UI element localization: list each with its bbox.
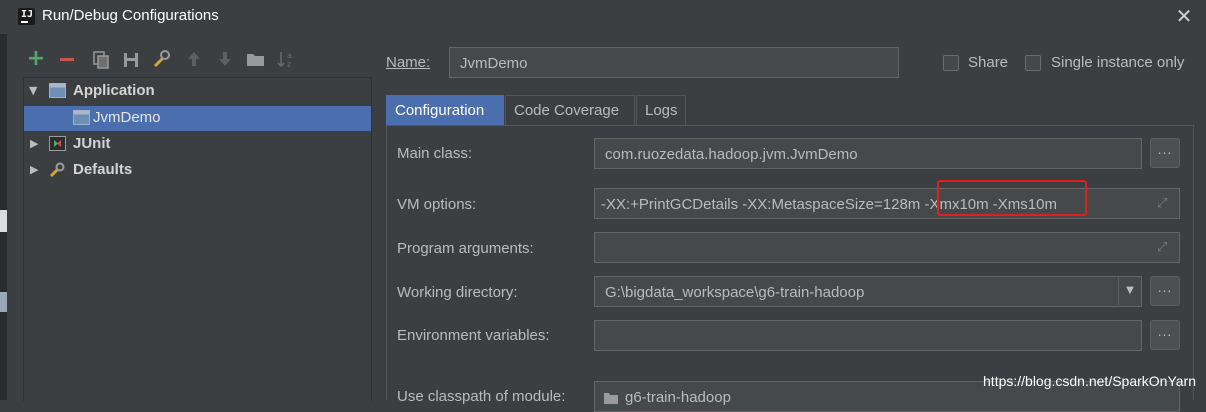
background-strip-part bbox=[0, 210, 7, 232]
background-window-strip bbox=[0, 34, 7, 400]
environment-variables-input[interactable] bbox=[594, 320, 1142, 351]
vm-options-label: VM options: bbox=[397, 196, 477, 213]
application-config-icon bbox=[73, 110, 90, 125]
name-input[interactable]: JvmDemo bbox=[449, 47, 899, 78]
program-arguments-input[interactable]: ⤢ bbox=[594, 232, 1180, 263]
expand-icon[interactable]: ⤢ bbox=[1157, 241, 1171, 255]
add-icon[interactable]: + bbox=[25, 48, 47, 70]
wrench-icon bbox=[49, 162, 66, 178]
main-class-input[interactable]: com.ruozedata.hadoop.jvm.JvmDemo bbox=[594, 138, 1142, 169]
tree-item-defaults[interactable]: ▶ Defaults bbox=[24, 158, 371, 183]
main-class-label: Main class: bbox=[397, 145, 473, 162]
expand-arrow-icon[interactable]: ▼ bbox=[29, 85, 39, 97]
single-instance-checkbox[interactable] bbox=[1025, 55, 1041, 71]
single-instance-label: Single instance only bbox=[1051, 54, 1185, 71]
application-icon bbox=[49, 83, 66, 98]
working-directory-browse-button[interactable]: ... bbox=[1150, 276, 1180, 306]
tab-code-coverage[interactable]: Code Coverage bbox=[505, 95, 635, 125]
expand-icon[interactable]: ⤢ bbox=[1157, 197, 1171, 211]
classpath-module-label: Use classpath of module: bbox=[397, 388, 566, 405]
junit-icon bbox=[49, 136, 66, 151]
name-label: Name: bbox=[386, 54, 431, 71]
close-button[interactable]: ✕ bbox=[1172, 4, 1196, 28]
sort-icon[interactable]: az bbox=[276, 48, 298, 70]
svg-text:a: a bbox=[287, 51, 292, 60]
name-value: JvmDemo bbox=[460, 55, 528, 72]
main-class-browse-button[interactable]: ... bbox=[1150, 138, 1180, 168]
save-icon[interactable] bbox=[120, 48, 142, 70]
share-checkbox[interactable] bbox=[943, 55, 959, 71]
share-label: Share bbox=[968, 54, 1009, 71]
window-title: Run/Debug Configurations bbox=[42, 7, 219, 24]
intellij-logo-icon: IJ bbox=[16, 6, 37, 27]
tree-label-junit: JUnit bbox=[73, 135, 111, 152]
tab-logs[interactable]: Logs bbox=[636, 95, 686, 125]
wrench-icon[interactable] bbox=[150, 48, 172, 70]
collapse-arrow-icon[interactable]: ▶ bbox=[30, 164, 40, 176]
title-bar: IJ Run/Debug Configurations ✕ bbox=[0, 0, 1206, 34]
tree-item-junit[interactable]: ▶ JUnit bbox=[24, 132, 371, 157]
classpath-module-value: g6-train-hadoop bbox=[625, 389, 731, 406]
main-class-value: com.ruozedata.hadoop.jvm.JvmDemo bbox=[605, 146, 858, 163]
splitter[interactable] bbox=[371, 77, 372, 400]
environment-variables-browse-button[interactable]: ... bbox=[1150, 320, 1180, 350]
tree-item-jvmdemo[interactable]: JvmDemo bbox=[24, 106, 371, 131]
tab-configuration[interactable]: Configuration bbox=[386, 95, 504, 125]
collapse-arrow-icon[interactable]: ▶ bbox=[30, 138, 40, 150]
copy-icon[interactable] bbox=[90, 48, 112, 70]
working-directory-label: Working directory: bbox=[397, 284, 518, 301]
program-arguments-label: Program arguments: bbox=[397, 240, 534, 257]
move-up-icon[interactable] bbox=[183, 48, 205, 70]
tree-label-defaults: Defaults bbox=[73, 161, 133, 178]
environment-variables-label: Environment variables: bbox=[397, 327, 550, 344]
working-directory-value: G:\bigdata_workspace\g6-train-hadoop bbox=[605, 284, 865, 301]
chevron-down-icon[interactable]: ▼ bbox=[1118, 277, 1141, 305]
tree-item-application[interactable]: ▼ Application bbox=[24, 79, 371, 104]
move-down-icon[interactable] bbox=[214, 48, 236, 70]
highlight-annotation bbox=[937, 180, 1087, 216]
configuration-tree[interactable]: ▼ Application JvmDemo ▶ JUnit ▶ Defaults bbox=[23, 77, 372, 401]
background-strip-part bbox=[0, 292, 7, 312]
vm-options-input[interactable]: -XX:+PrintGCDetails -XX:MetaspaceSize=12… bbox=[594, 188, 1180, 219]
watermark-text: https://blog.csdn.net/SparkOnYarn bbox=[983, 373, 1196, 389]
working-directory-combo[interactable]: G:\bigdata_workspace\g6-train-hadoop ▼ bbox=[594, 276, 1142, 307]
tree-label-application: Application bbox=[73, 82, 155, 99]
remove-icon[interactable] bbox=[56, 48, 78, 70]
folder-icon[interactable] bbox=[245, 48, 267, 70]
tree-label-jvmdemo: JvmDemo bbox=[93, 109, 161, 126]
svg-text:z: z bbox=[287, 60, 291, 69]
